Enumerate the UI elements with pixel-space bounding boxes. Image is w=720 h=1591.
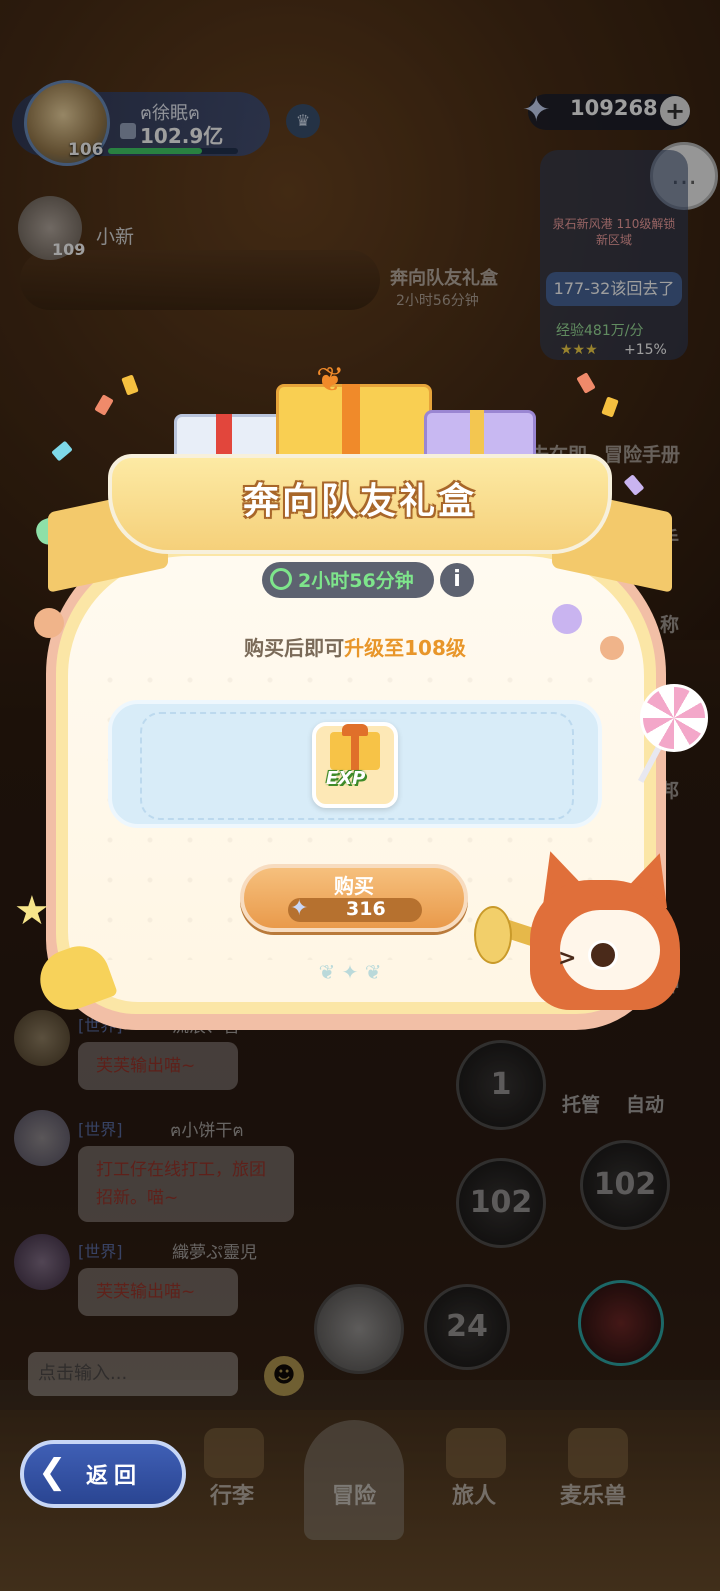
trumpet-bell	[474, 906, 512, 964]
footer-ornament: ❦ ✦ ❦	[318, 960, 382, 984]
info-button[interactable]: i	[440, 563, 474, 597]
exp-gift-ribbon	[351, 732, 359, 770]
modal-title: 奔向队友礼盒	[242, 481, 477, 522]
modal-description: 购买后即可升级至108级	[120, 632, 590, 661]
description-highlight: 升级至108级	[344, 636, 466, 660]
cat-mascot-wink: >	[558, 946, 577, 971]
back-arrow-icon: ❮	[38, 1452, 67, 1492]
cat-mascot-eye	[588, 940, 618, 970]
buy-label: 购买	[334, 874, 374, 898]
star-crystal-icon: ✦	[290, 896, 309, 921]
description-prefix: 购买后即可	[244, 636, 345, 660]
decoration-bead	[600, 636, 624, 660]
decoration-bead	[34, 608, 64, 638]
decoration-bead	[552, 604, 582, 634]
star-decoration-icon: ★	[14, 888, 50, 934]
bow-icon: ❦	[316, 360, 345, 400]
buy-price: 316	[346, 898, 386, 920]
exp-gift-bow	[342, 724, 368, 736]
exp-label: EXP	[326, 768, 366, 789]
back-label: 返回	[86, 1464, 143, 1489]
timer-text: 2小时56分钟	[298, 570, 414, 592]
lollipop-decoration-icon	[640, 684, 708, 752]
clock-icon	[270, 568, 292, 590]
